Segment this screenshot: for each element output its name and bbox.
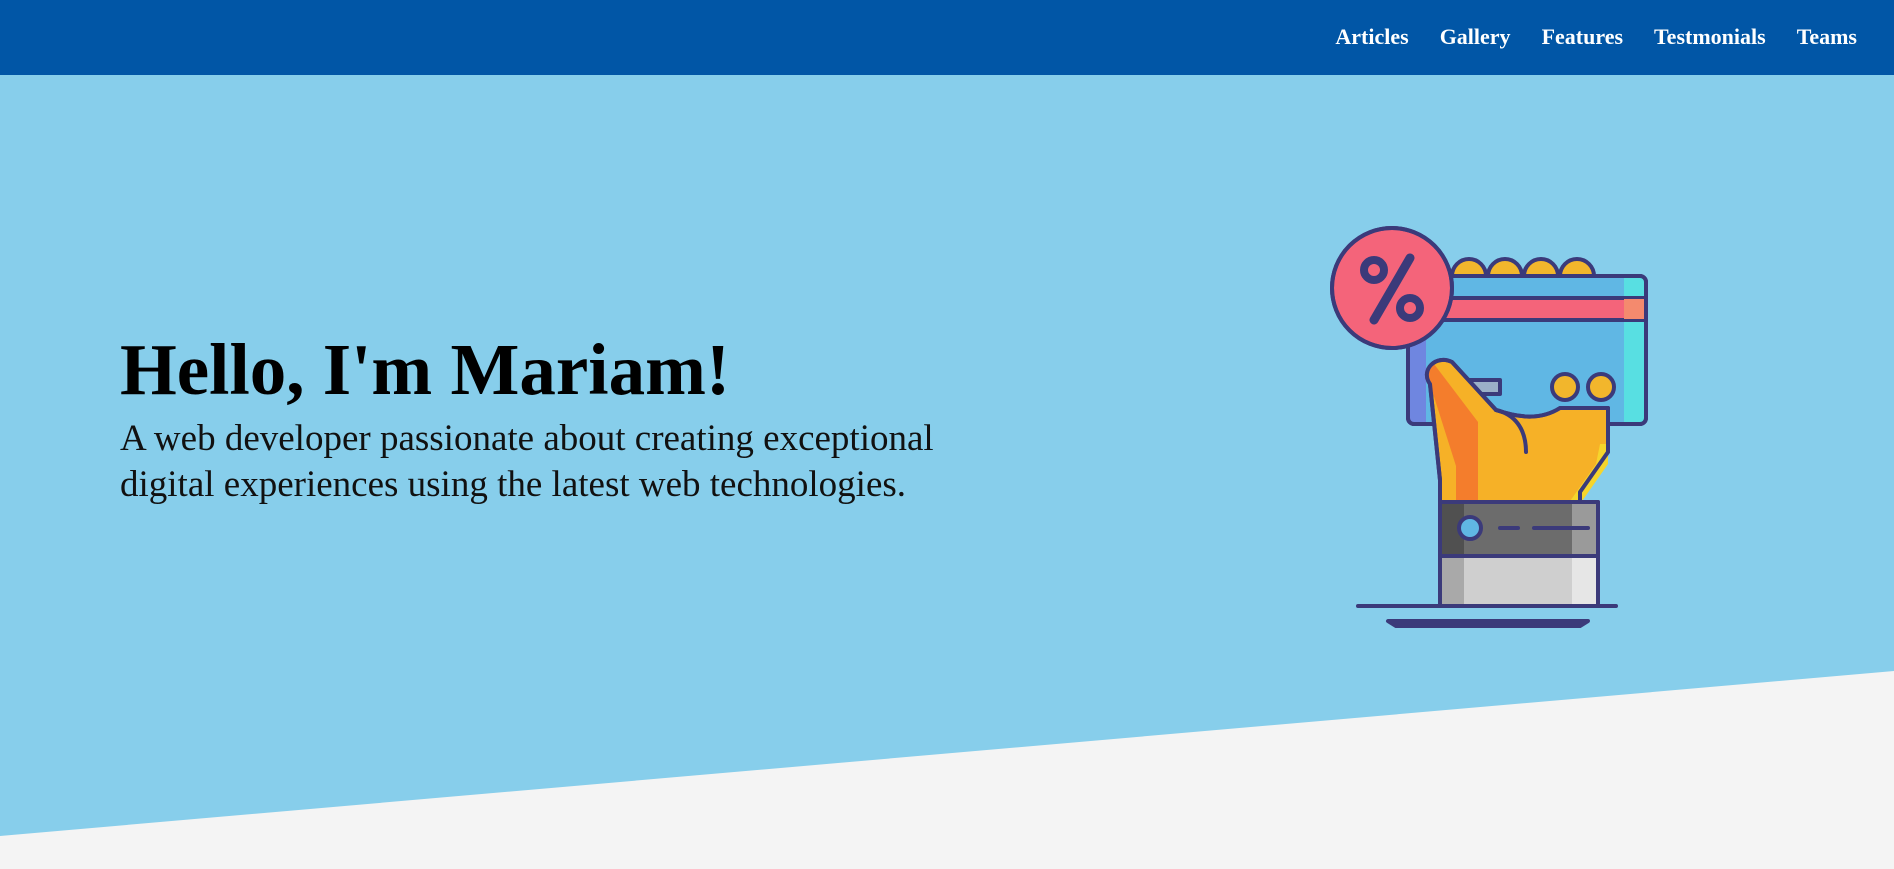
nav-link-features[interactable]: Features <box>1542 24 1623 50</box>
nav-link-testimonials[interactable]: Testmonials <box>1654 24 1766 50</box>
hero-subtitle: A web developer passionate about creatin… <box>120 417 934 506</box>
page: Articles Gallery Features Testmonials Te… <box>0 0 1894 869</box>
nav-link-gallery[interactable]: Gallery <box>1440 24 1511 50</box>
nav-link-teams[interactable]: Teams <box>1797 24 1857 50</box>
hero-title: Hello, I'm Mariam! <box>120 329 731 410</box>
hero-section: Hello, I'm Mariam! A web developer passi… <box>120 329 1040 509</box>
hand-holding-card-icon <box>1330 226 1648 628</box>
nav-link-articles[interactable]: Articles <box>1335 24 1408 50</box>
top-navbar: Articles Gallery Features Testmonials Te… <box>0 0 1894 75</box>
